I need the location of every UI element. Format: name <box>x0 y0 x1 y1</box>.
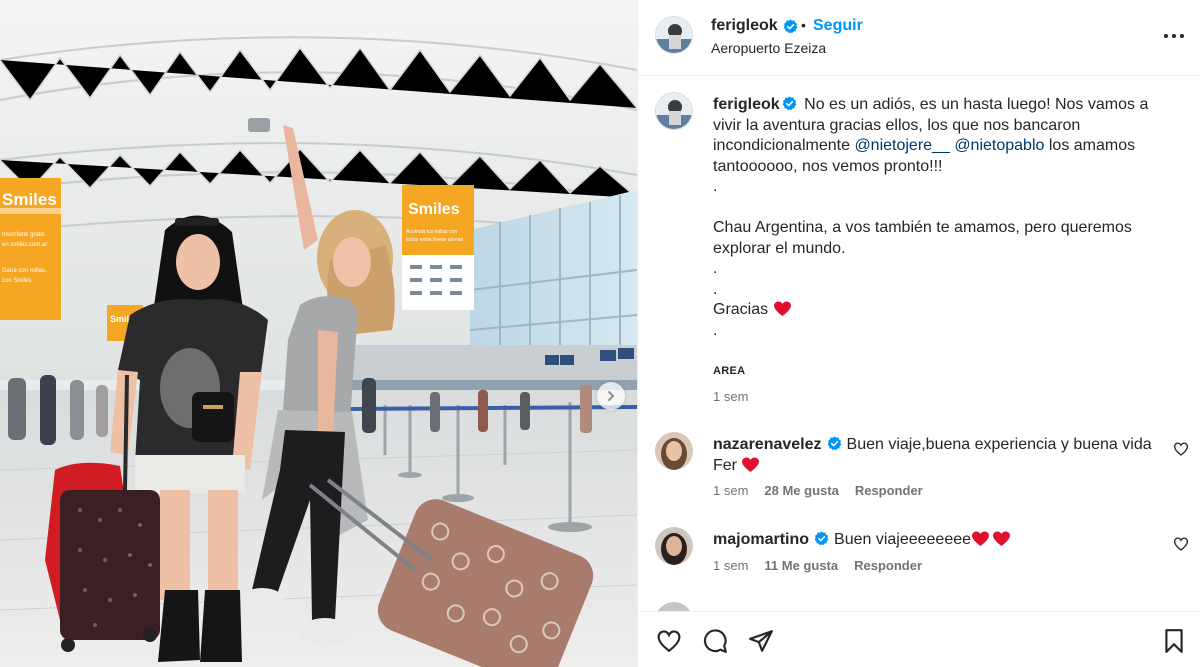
sign-left-line2: en smiles.com.ar <box>2 242 47 248</box>
chevron-right-icon <box>608 391 615 401</box>
post-actions-bar <box>638 611 1200 667</box>
sign-left-brand: Smiles <box>2 190 57 209</box>
post-side-panel: ferigleok • Seguir Aeropuerto Ezeiza fer… <box>637 0 1200 667</box>
sign-left-line4: con Smiles. <box>2 278 33 284</box>
more-options-icon <box>1164 34 1184 38</box>
sign-left-line1: Inscríbete gratis <box>2 232 45 238</box>
post-caption: ferigleok No es un adiós, es un hasta lu… <box>713 95 1178 341</box>
commenter-username[interactable]: nazarenavelez <box>713 436 822 453</box>
verified-badge-icon <box>783 18 798 33</box>
author-avatar[interactable] <box>655 16 693 54</box>
reply-button[interactable]: Responder <box>854 558 922 573</box>
next-photo-button[interactable] <box>597 382 625 410</box>
commenter-avatar[interactable] <box>655 527 693 565</box>
caption-dot: . <box>713 260 718 277</box>
red-heart-emoji-icon <box>773 301 791 317</box>
comment-timestamp[interactable]: 1 sem <box>713 483 748 498</box>
mention-link[interactable]: @nietojere__ <box>854 137 949 154</box>
verified-badge-icon <box>814 531 829 546</box>
share-icon[interactable] <box>748 628 774 654</box>
airport-scene-image: Smiles Inscríbete gratis en smiles.com.a… <box>0 0 637 667</box>
comment-likes-count[interactable]: 28 Me gusta <box>764 483 838 498</box>
caption-timestamp[interactable]: 1 sem <box>713 389 748 404</box>
caption-thanks: Gracias <box>713 301 769 318</box>
red-heart-emoji-icon <box>742 457 760 473</box>
follow-button[interactable]: Seguir <box>813 17 863 35</box>
reply-button[interactable]: Responder <box>855 483 923 498</box>
more-options-button[interactable] <box>1162 26 1186 46</box>
comment-text: Buen viajeeeeeeee <box>834 531 972 548</box>
caption-dot: . <box>713 280 718 298</box>
post-header: ferigleok • Seguir Aeropuerto Ezeiza <box>638 0 1200 76</box>
red-heart-emoji-icon <box>972 531 989 547</box>
sign-left-line3: Ganá con millas, <box>2 268 47 274</box>
verified-badge-icon <box>782 96 797 111</box>
verified-badge-icon <box>827 436 841 451</box>
post-location[interactable]: Aeropuerto Ezeiza <box>711 40 826 56</box>
sign-center-line1: Acumulá tus millas con <box>406 229 457 235</box>
bookmark-icon[interactable] <box>1161 628 1187 654</box>
caption-username[interactable]: ferigleok <box>713 96 780 113</box>
tagged-area[interactable]: AREA <box>713 365 745 377</box>
red-heart-emoji-icon <box>993 531 1010 547</box>
comment-timestamp[interactable]: 1 sem <box>713 558 748 573</box>
post-photo[interactable]: Smiles Inscríbete gratis en smiles.com.a… <box>0 0 637 667</box>
header-separator: • <box>801 17 806 33</box>
commenter-username[interactable]: majomartino <box>713 531 809 548</box>
sign-center-line2: todas estas líneas aéreas <box>406 237 463 243</box>
sign-center-brand: Smiles <box>408 201 460 218</box>
comment-icon[interactable] <box>702 628 728 654</box>
caption-author-avatar[interactable] <box>655 92 693 130</box>
comment-likes-count[interactable]: 11 Me gusta <box>764 558 838 573</box>
heart-icon[interactable] <box>656 628 682 654</box>
heart-icon[interactable] <box>1173 441 1189 457</box>
caption-dot: . <box>713 178 718 195</box>
caption-paragraph: Chau Argentina, a vos también te amamos,… <box>713 219 1132 257</box>
commenter-avatar[interactable] <box>655 432 693 470</box>
mention-link[interactable]: @nietopablo <box>954 137 1044 154</box>
heart-icon[interactable] <box>1173 536 1189 552</box>
author-username[interactable]: ferigleok <box>711 17 778 35</box>
caption-dot: . <box>713 321 718 339</box>
